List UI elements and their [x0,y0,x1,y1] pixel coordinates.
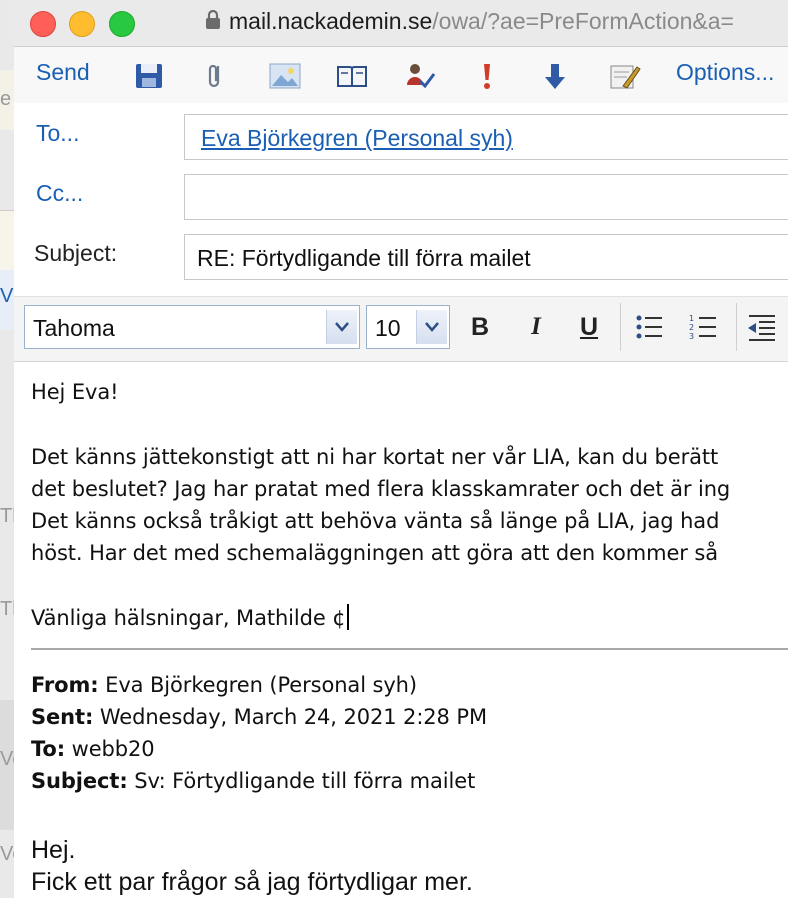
lock-icon [205,9,221,36]
url-path: /owa/?ae=PreFormAction&a= [432,8,734,34]
from-label: From: [31,673,99,697]
attach-icon[interactable] [201,61,231,91]
formatting-toolbar: Tahoma 10 B I U 123 [14,296,788,362]
maximize-window-button[interactable] [109,11,135,37]
message-body-editor[interactable]: Hej Eva! Det känns jättekonstigt att ni … [14,362,788,898]
compose-window: mail.nackademin.se/owa/?ae=PreFormAction… [14,0,788,898]
reply-divider [31,648,788,650]
cc-button[interactable]: Cc... [36,180,83,207]
from-value: Eva Björkegren (Personal syh) [105,673,417,697]
body-line-1: Det känns jättekonstigt att ni har korta… [31,445,719,469]
url-host: mail.nackademin.se [229,8,433,34]
quoted-sent: Sent: Wednesday, March 24, 2021 2:28 PM [31,705,487,729]
bold-button[interactable]: B [463,307,497,347]
close-window-button[interactable] [30,11,56,37]
svg-text:2: 2 [689,323,694,332]
quoted-subject-label: Subject: [31,769,128,793]
svg-text:1: 1 [689,314,694,323]
quoted-subject-value: Sv: Förtydligande till förra mailet [134,769,476,793]
options-button[interactable]: Options... [676,59,774,86]
insert-image-icon[interactable] [269,61,301,91]
signature-icon[interactable] [609,61,641,91]
body-line-2: det beslutet? Jag har pratat med flera k… [31,477,731,501]
font-value: Tahoma [33,315,115,341]
background-window: e V Th Th Ve Ve [0,0,15,898]
quoted-from: From: Eva Björkegren (Personal syh) [31,673,417,697]
quoted-to-value: webb20 [71,737,155,761]
minimize-window-button[interactable] [69,11,95,37]
address-bar[interactable]: mail.nackademin.se/owa/?ae=PreFormAction… [205,8,734,38]
sent-value: Wednesday, March 24, 2021 2:28 PM [99,705,487,729]
chevron-down-icon[interactable] [326,310,357,344]
quoted-line-2: Fick ett par frågor så jag förtydligar m… [31,868,473,896]
quoted-to: To: webb20 [31,737,155,761]
text-caret [346,604,349,630]
to-field[interactable]: Eva Björkegren (Personal syh) [184,114,788,160]
address-book-icon[interactable] [336,61,367,91]
quoted-to-label: To: [31,737,66,761]
compose-toolbar: Send Options... [14,47,788,103]
underline-button[interactable]: U [572,307,606,347]
font-size-value: 10 [375,315,401,341]
svg-text:3: 3 [689,332,694,341]
subject-label: Subject: [34,240,118,266]
low-importance-icon[interactable] [540,61,570,91]
font-size-select[interactable]: 10 [366,305,450,349]
body-line-3: Det känns också tråkigt att behöva vänta… [31,509,720,533]
recipient-name[interactable]: Eva Björkegren (Personal syh) [201,125,513,152]
to-button[interactable]: To... [36,120,79,147]
check-names-icon[interactable] [404,61,436,91]
send-button[interactable]: Send [36,59,90,86]
font-select[interactable]: Tahoma [24,305,360,349]
subject-value: RE: Förtydligande till förra mailet [197,245,531,271]
signature-line: Vänliga hälsningar, Mathilde ¢ [31,604,349,630]
subject-field[interactable]: RE: Förtydligande till förra mailet [184,234,788,280]
toolbar-separator [620,303,621,351]
high-importance-icon[interactable] [472,61,502,91]
cc-field[interactable] [184,174,788,220]
numbered-list-icon[interactable]: 123 [686,307,720,347]
greeting-line: Hej Eva! [31,380,119,404]
title-bar: mail.nackademin.se/owa/?ae=PreFormAction… [14,0,788,47]
quoted-line-1: Hej. [31,836,76,864]
toolbar-separator [736,303,737,351]
signature-text: Vänliga hälsningar, Mathilde ¢ [31,606,346,630]
bullet-list-icon[interactable] [632,307,666,347]
italic-button[interactable]: I [519,307,553,347]
body-line-4: höst. Har det med schemaläggningen att g… [31,541,719,565]
quoted-subject: Subject: Sv: Förtydligande till förra ma… [31,769,475,793]
sent-label: Sent: [31,705,94,729]
chevron-down-icon[interactable] [416,310,447,344]
decrease-indent-icon[interactable] [744,307,778,347]
save-icon[interactable] [134,61,164,91]
